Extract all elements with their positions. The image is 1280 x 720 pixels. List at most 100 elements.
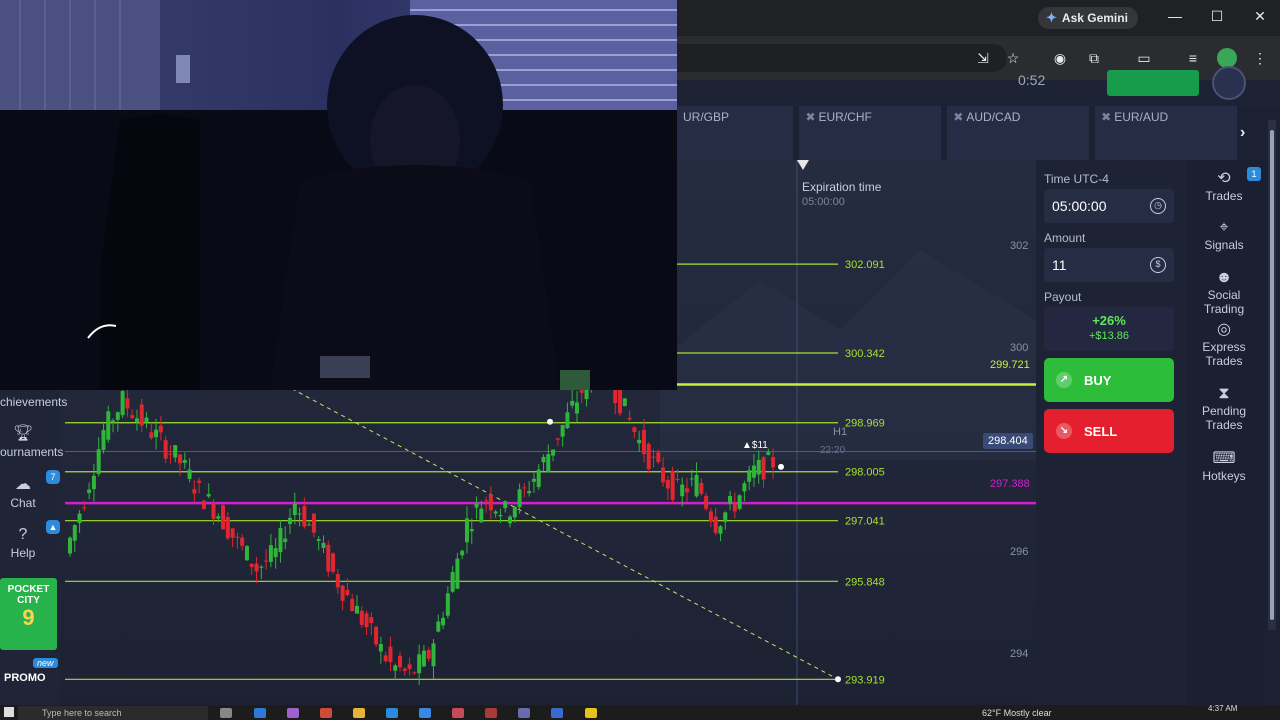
scrollbar-thumb[interactable] bbox=[1270, 130, 1274, 620]
reading-mode-icon[interactable]: ▭ bbox=[1134, 48, 1154, 68]
profile-avatar-icon[interactable] bbox=[1217, 48, 1237, 68]
edge-icon[interactable] bbox=[254, 708, 266, 718]
nav-achievements[interactable]: chievements bbox=[0, 395, 67, 409]
close-tab-icon[interactable]: ✖ bbox=[1101, 110, 1111, 124]
asset-tab[interactable]: ✖ EUR/AUD bbox=[1095, 106, 1237, 160]
close-tab-icon[interactable]: ✖ bbox=[953, 110, 963, 124]
app-icon[interactable] bbox=[518, 708, 530, 718]
time-field[interactable]: 05:00:00 ◷ bbox=[1044, 189, 1174, 223]
candle-body bbox=[134, 418, 139, 423]
candle-body bbox=[187, 469, 192, 479]
candle-body bbox=[771, 457, 776, 468]
menu-express-line2: Trades bbox=[1205, 354, 1243, 368]
asset-tab[interactable]: ✖ AUD/CAD bbox=[947, 106, 1090, 160]
address-bar[interactable] bbox=[677, 44, 1007, 72]
media-controls-icon[interactable]: ≡ bbox=[1183, 48, 1203, 68]
candle-body bbox=[354, 605, 359, 614]
taskbar-search[interactable]: Type here to search bbox=[18, 706, 208, 720]
chevron-right-icon[interactable]: › bbox=[1240, 124, 1245, 142]
copilot-icon[interactable] bbox=[287, 708, 299, 718]
level-label: 297.041 bbox=[845, 516, 885, 528]
candle-body bbox=[158, 425, 163, 433]
promo-card-line1: POCKET bbox=[7, 584, 50, 595]
extension-circle-icon[interactable]: ◉ bbox=[1050, 48, 1070, 68]
menu-pending-trades[interactable]: ⧗ Pending Trades bbox=[1186, 386, 1262, 433]
candle-body bbox=[708, 511, 713, 522]
candle-body bbox=[431, 643, 436, 667]
nav-tournaments-label: ournaments bbox=[0, 445, 64, 459]
nav-tournaments[interactable]: 🏆︎ ournaments bbox=[0, 423, 64, 459]
menu-social-trading[interactable]: ☻ Social Trading bbox=[1186, 270, 1262, 317]
sell-button[interactable]: ↘ SELL bbox=[1044, 409, 1174, 453]
candle-body bbox=[546, 454, 551, 472]
candle-body bbox=[488, 494, 493, 511]
candle-body bbox=[512, 506, 517, 518]
deposit-button[interactable] bbox=[1107, 70, 1199, 96]
candle-body bbox=[168, 453, 173, 455]
asset-tab-label: EUR/CHF bbox=[818, 110, 872, 124]
candle-body bbox=[197, 480, 202, 483]
candle-body bbox=[402, 668, 407, 671]
candle-body bbox=[211, 502, 216, 519]
windows-start-icon[interactable] bbox=[4, 707, 14, 717]
candle-body bbox=[651, 456, 656, 458]
menu-express-line1: Express bbox=[1202, 340, 1246, 354]
close-tab-icon[interactable]: ✖ bbox=[805, 110, 815, 124]
candle-body bbox=[302, 506, 307, 527]
app-icon[interactable] bbox=[485, 708, 497, 718]
ask-gemini-button[interactable]: ✦ Ask Gemini bbox=[1038, 7, 1138, 29]
candle-body bbox=[388, 646, 393, 662]
minimize-button[interactable]: — bbox=[1165, 8, 1185, 24]
chrome-icon[interactable] bbox=[320, 708, 332, 718]
menu-signals[interactable]: ⌖ Signals bbox=[1186, 220, 1262, 253]
taskbar-weather[interactable]: 62°F Mostly clear bbox=[982, 708, 1052, 718]
file-explorer-icon[interactable] bbox=[353, 708, 365, 718]
close-button[interactable]: ✕ bbox=[1250, 8, 1270, 25]
menu-trades[interactable]: ⟲ Trades bbox=[1186, 171, 1262, 204]
candle-body bbox=[244, 546, 249, 561]
level-label: 300.342 bbox=[845, 348, 885, 360]
asset-tab[interactable]: UR/GBP bbox=[677, 106, 794, 160]
taskbar-clock[interactable]: 4:37 AM bbox=[1208, 705, 1237, 713]
candle-body bbox=[503, 501, 508, 509]
chrome-menu-icon[interactable]: ⋮ bbox=[1250, 48, 1270, 68]
app-icon[interactable] bbox=[585, 708, 597, 718]
candle-body bbox=[680, 484, 685, 497]
maximize-button[interactable]: ☐ bbox=[1207, 8, 1227, 25]
candle-body bbox=[670, 470, 675, 500]
webcam-image bbox=[0, 0, 677, 390]
install-app-icon[interactable]: ⇲ bbox=[973, 48, 993, 68]
candle-body bbox=[479, 508, 484, 523]
mail-icon[interactable] bbox=[419, 708, 431, 718]
nav-chat-label: Chat bbox=[10, 496, 36, 510]
store-icon[interactable] bbox=[386, 708, 398, 718]
app-icon[interactable] bbox=[452, 708, 464, 718]
extensions-puzzle-icon[interactable]: ⧉ bbox=[1084, 48, 1104, 68]
time-value: 05:00:00 bbox=[1052, 198, 1107, 214]
amount-field[interactable]: 11 $ bbox=[1044, 248, 1174, 282]
clock-icon[interactable]: ◷ bbox=[1150, 198, 1166, 214]
promo-card[interactable]: POCKET CITY 9 bbox=[0, 578, 57, 650]
menu-social-label: Social Trading bbox=[1203, 288, 1245, 316]
nav-promo[interactable]: PROMO bbox=[4, 672, 46, 684]
dollar-icon[interactable]: $ bbox=[1150, 257, 1166, 273]
app-icon[interactable] bbox=[551, 708, 563, 718]
task-view-icon[interactable] bbox=[220, 708, 232, 718]
nav-help[interactable]: ? Help bbox=[0, 526, 46, 560]
candle-body bbox=[120, 391, 125, 416]
buy-button[interactable]: ↗ BUY bbox=[1044, 358, 1174, 402]
candle-body bbox=[321, 542, 326, 549]
candle-body bbox=[139, 404, 144, 426]
bookmark-star-icon[interactable]: ☆ bbox=[1003, 48, 1023, 68]
menu-hotkeys[interactable]: ⌨ Hotkeys bbox=[1186, 451, 1262, 484]
yellow-level-tag: 299.721 bbox=[990, 359, 1030, 371]
level-label: 302.091 bbox=[845, 259, 885, 271]
menu-express-trades[interactable]: ◎ Express Trades bbox=[1186, 322, 1262, 369]
candle-body bbox=[111, 420, 116, 423]
asset-tab[interactable]: ✖ EUR/CHF bbox=[799, 106, 942, 160]
nav-chat[interactable]: ☁ Chat bbox=[0, 474, 46, 510]
screen: { "browser": { "gemini_label": "Ask Gemi… bbox=[0, 0, 1280, 720]
user-avatar[interactable] bbox=[1212, 66, 1246, 100]
trade-marker: ▲$11 bbox=[742, 440, 768, 451]
candle-body bbox=[331, 553, 336, 572]
